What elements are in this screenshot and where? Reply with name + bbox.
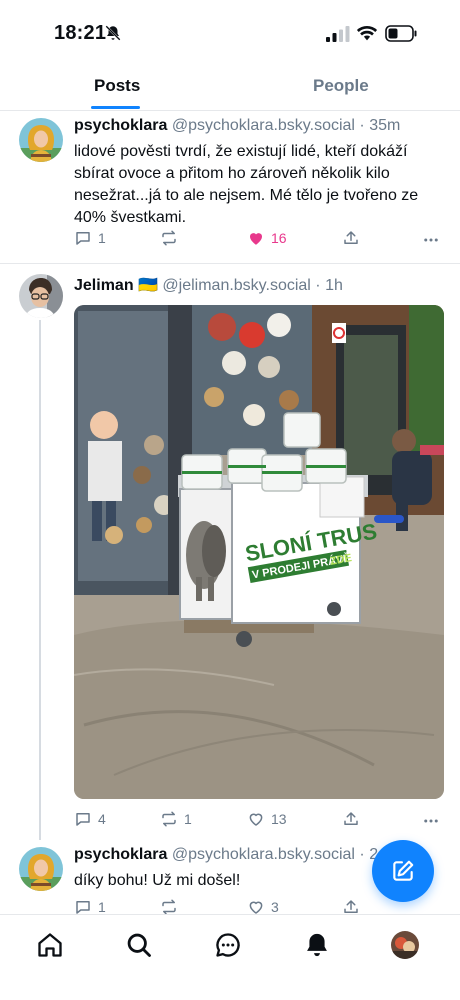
signal-icon [326,26,350,42]
heart-icon [250,233,262,245]
feed-tabs: Posts People [0,66,460,111]
avatar-psychoklara[interactable] [19,118,63,162]
tab-people[interactable]: People [313,76,369,96]
author-handle[interactable]: @psychoklara.bsky.social [172,846,355,863]
reply-button[interactable]: 1 [74,229,106,247]
tab-posts[interactable]: Posts [94,76,140,96]
notifications-icon[interactable] [303,931,331,959]
compose-icon [393,860,414,881]
heart-icon [249,813,263,826]
more-options-button[interactable] [422,231,440,249]
post-header: psychoklara @psychoklara.bsky.social · 2 [74,846,378,864]
post-psychoklara-1[interactable]: psychoklara @psychoklara.bsky.social · 3… [0,111,460,263]
post-image[interactable]: SLONÍ TRUS V PRODEJI PRÁVĚ ZDE [74,305,444,799]
avatar-jeliman[interactable] [19,274,63,318]
search-icon[interactable] [125,931,153,959]
separator-dot: · [359,846,365,863]
chat-icon[interactable] [214,931,242,959]
repost-icon [162,230,176,246]
reply-button[interactable]: 4 [74,810,106,828]
reply-icon [76,813,90,826]
repost-icon [162,811,176,827]
share-button[interactable] [342,229,360,247]
repost-count: 1 [184,811,192,827]
bottom-navigation [0,914,460,1000]
separator-dot: · [359,117,365,134]
post-actions: 1 16 [74,229,446,251]
author-name[interactable]: Jeliman 🇺🇦 [74,277,158,294]
battery-icon [385,25,417,42]
reply-count: 4 [98,811,106,827]
like-count: 16 [271,230,287,246]
more-icon [424,819,438,823]
more-options-button[interactable] [422,812,440,830]
like-button[interactable]: 13 [247,810,287,828]
repost-button[interactable] [160,229,184,247]
reply-icon [76,232,90,245]
post-header: psychoklara @psychoklara.bsky.social · 3… [74,117,400,135]
more-icon [424,238,438,242]
like-count: 13 [271,811,287,827]
post-time[interactable]: 35m [369,117,400,134]
author-name[interactable]: psychoklara [74,846,167,863]
share-icon [344,812,358,825]
wifi-icon [356,25,378,41]
author-handle[interactable]: @psychoklara.bsky.social [172,117,355,134]
post-actions: 4 1 13 [74,810,446,832]
share-icon [344,231,358,244]
repost-button[interactable]: 1 [160,810,192,828]
author-handle[interactable]: @jeliman.bsky.social [162,277,310,294]
like-button[interactable]: 16 [247,229,287,247]
avatar-psychoklara[interactable] [19,847,63,891]
share-button[interactable] [342,810,360,828]
reply-count: 1 [98,899,106,915]
author-name[interactable]: psychoklara [74,117,167,134]
separator-dot: · [315,277,321,294]
home-icon[interactable] [36,931,64,959]
profile-avatar[interactable] [391,931,419,959]
status-bar: 18:21 [0,0,460,66]
like-count: 3 [271,899,279,915]
post-time[interactable]: 1h [325,277,343,294]
bell-slash-icon [105,25,121,41]
post-text: lidové pověsti tvrdí, že existují lidé, … [74,143,419,226]
active-tab-indicator [91,106,140,109]
reply-count: 1 [98,230,106,246]
status-time: 18:21 [54,22,107,44]
compose-button[interactable] [372,840,434,902]
post-header: Jeliman 🇺🇦 @jeliman.bsky.social · 1h [74,275,343,295]
